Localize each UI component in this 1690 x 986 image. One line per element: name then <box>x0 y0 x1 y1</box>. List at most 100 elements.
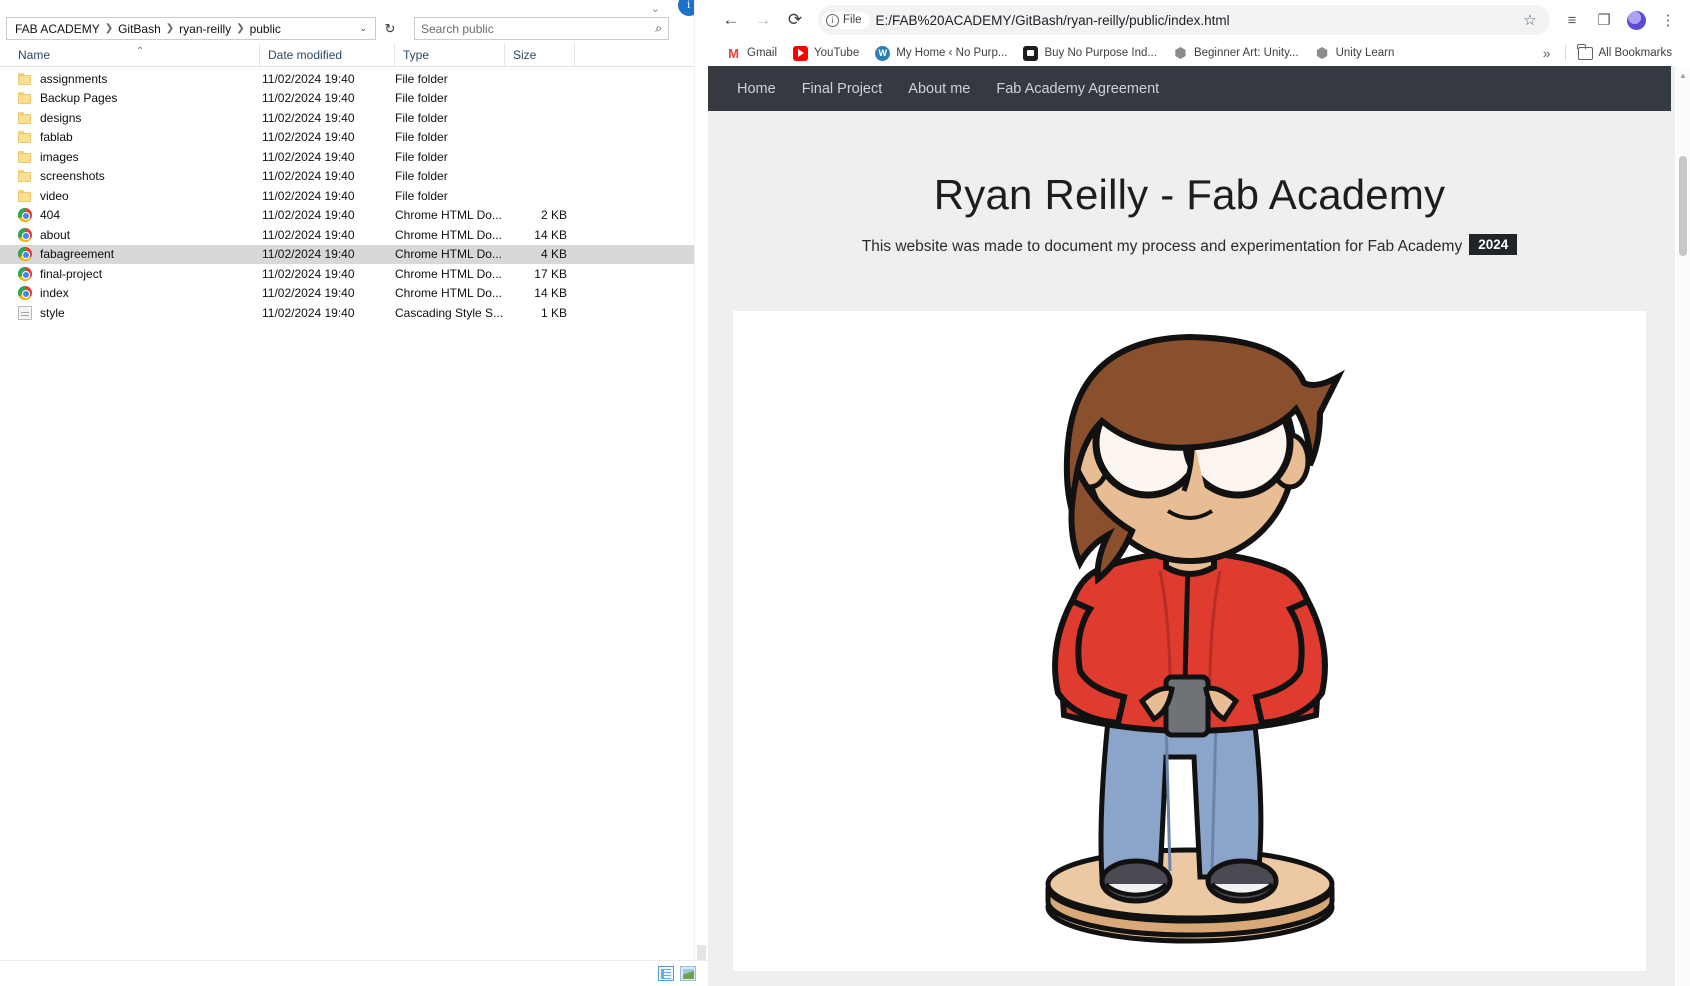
file-date-cell: 11/02/2024 19:40 <box>262 305 355 320</box>
file-date-cell: 11/02/2024 19:40 <box>262 247 355 262</box>
bookmark-item[interactable]: Buy No Purpose Ind... <box>1015 43 1165 64</box>
bookmark-item[interactable]: Beginner Art: Unity... <box>1165 43 1307 64</box>
page-subtitle: This website was made to document my pro… <box>708 234 1671 256</box>
column-header-size[interactable]: Size <box>505 42 575 67</box>
table-row[interactable]: style 11/02/2024 19:40 Cascading Style S..… <box>0 303 708 323</box>
site-nav-link[interactable]: Fab Academy Agreement <box>996 81 1159 97</box>
profile-avatar[interactable] <box>1622 6 1650 34</box>
page-scrollbar-thumb[interactable] <box>1679 156 1687 256</box>
table-row[interactable]: images 11/02/2024 19:40 File folder <box>0 147 708 167</box>
file-date-cell: 11/02/2024 19:40 <box>262 91 355 106</box>
table-row[interactable]: Backup Pages 11/02/2024 19:40 File folder <box>0 89 708 109</box>
file-type-cell: Cascading Style S... <box>395 305 504 320</box>
bookmark-label: Buy No Purpose Ind... <box>1044 47 1157 59</box>
file-name-cell[interactable]: designs <box>18 111 262 125</box>
file-date-cell: 11/02/2024 19:40 <box>262 188 355 203</box>
site-nav-link[interactable]: Home <box>737 81 776 97</box>
info-circle-icon: i <box>826 13 839 27</box>
chrome-html-icon <box>18 247 32 262</box>
side-panel-icon[interactable]: ❐ <box>1590 6 1618 34</box>
table-row[interactable]: assignments 11/02/2024 19:40 File folder <box>0 69 708 89</box>
details-view-button[interactable] <box>658 966 674 981</box>
star-icon[interactable]: ☆ <box>1516 6 1544 34</box>
table-row[interactable]: fablab 11/02/2024 19:40 File folder <box>0 128 708 148</box>
explorer-status-bar <box>0 960 708 986</box>
scroll-up-arrow-icon[interactable]: ▲ <box>1679 71 1687 80</box>
all-bookmarks-button[interactable]: All Bookmarks <box>1570 43 1681 63</box>
file-scheme-chip[interactable]: i File <box>822 11 870 29</box>
table-row[interactable]: 404 11/02/2024 19:40 Chrome HTML Do... 2 KB <box>0 206 708 226</box>
file-name-cell[interactable]: screenshots <box>18 169 262 183</box>
chevron-down-icon[interactable]: ⌄ <box>359 23 371 34</box>
chrome-html-icon <box>18 286 32 301</box>
youtube-icon <box>793 45 809 61</box>
forward-arrow-icon[interactable]: → <box>748 5 778 35</box>
file-list: assignments 11/02/2024 19:40 File folder Ba… <box>0 67 708 323</box>
bookmark-item[interactable]: Unity Learn <box>1307 43 1403 64</box>
breadcrumb-item-0[interactable]: FAB ACADEMY <box>11 21 104 37</box>
file-size-cell: 14 KB <box>534 286 567 301</box>
bookmark-label: Beginner Art: Unity... <box>1193 47 1299 59</box>
file-size-cell: 14 KB <box>534 227 567 242</box>
file-name-cell[interactable]: index <box>18 286 262 301</box>
page-scrollbar[interactable]: ▲ <box>1675 66 1690 986</box>
file-name-cell[interactable]: style <box>18 305 262 320</box>
breadcrumb-item-1[interactable]: GitBash <box>114 21 165 37</box>
file-name-cell[interactable]: Backup Pages <box>18 91 262 105</box>
breadcrumb[interactable]: FAB ACADEMY ❯ GitBash ❯ ryan-reilly ❯ pu… <box>6 17 376 40</box>
file-name-cell[interactable]: fablab <box>18 130 262 144</box>
bookmarks-bar: Gmail YouTube My Home ‹ No Purp... Buy No P… <box>708 40 1690 66</box>
file-name-cell[interactable]: assignments <box>18 72 262 86</box>
file-name-cell[interactable]: final-project <box>18 266 262 281</box>
file-name-cell[interactable]: about <box>18 227 262 242</box>
site-nav-link[interactable]: About me <box>908 81 970 97</box>
table-row[interactable]: about 11/02/2024 19:40 Chrome HTML Do... 14… <box>0 225 708 245</box>
unity-icon <box>1172 45 1188 61</box>
file-type-cell: Chrome HTML Do... <box>395 266 502 281</box>
breadcrumb-item-3[interactable]: public <box>246 21 285 37</box>
table-row[interactable]: screenshots 11/02/2024 19:40 File folder <box>0 167 708 187</box>
column-header-row: Name ⌃ Date modified Type Size <box>0 42 708 67</box>
bookmark-label: Unity Learn <box>1335 47 1395 59</box>
bookmark-label: Gmail <box>747 47 778 59</box>
file-name-cell[interactable]: 404 <box>18 208 262 223</box>
folder-icon <box>18 150 32 164</box>
bookmarks-divider <box>1564 45 1566 61</box>
site-nav-link[interactable]: Final Project <box>802 81 883 97</box>
bookmark-item[interactable]: Gmail <box>718 43 785 64</box>
refresh-button[interactable]: ↻ <box>380 18 400 40</box>
reload-icon[interactable]: ⟳ <box>780 5 810 35</box>
table-row[interactable]: index 11/02/2024 19:40 Chrome HTML Do... 14… <box>0 284 708 304</box>
file-name-cell[interactable]: video <box>18 189 262 203</box>
hero-card <box>733 311 1646 971</box>
table-row[interactable]: final-project 11/02/2024 19:40 Chrome HTML… <box>0 264 708 284</box>
column-header-type[interactable]: Type <box>395 42 505 67</box>
folder-icon <box>18 130 32 144</box>
table-row[interactable]: fabagreement 11/02/2024 19:40 Chrome HTML … <box>0 244 708 264</box>
table-row[interactable]: video 11/02/2024 19:40 File folder <box>0 186 708 206</box>
file-name-cell[interactable]: images <box>18 150 262 164</box>
bookmarks-overflow-chevron[interactable]: » <box>1533 45 1561 61</box>
chrome-html-icon <box>18 227 32 242</box>
file-type-cell: File folder <box>395 130 448 145</box>
column-header-name-label: Name <box>18 47 51 62</box>
breadcrumb-item-2[interactable]: ryan-reilly <box>175 21 235 37</box>
browser-toolbar: ← → ⟳ i File E:/FAB%20ACADEMY/GitBash/ry… <box>708 0 1690 40</box>
bookmark-item[interactable]: YouTube <box>785 43 867 64</box>
kebab-menu-icon[interactable]: ⋮ <box>1654 6 1682 34</box>
back-arrow-icon[interactable]: ← <box>716 5 746 35</box>
table-row[interactable]: designs 11/02/2024 19:40 File folder <box>0 108 708 128</box>
column-header-name[interactable]: Name ⌃ <box>10 42 260 67</box>
bookmark-item[interactable]: My Home ‹ No Purp... <box>867 43 1015 64</box>
tiles-view-button[interactable] <box>680 966 696 981</box>
column-header-date[interactable]: Date modified <box>260 42 395 67</box>
file-chip-label: File <box>843 14 862 26</box>
file-name-cell[interactable]: fabagreement <box>18 247 262 262</box>
url-text[interactable]: E:/FAB%20ACADEMY/GitBash/ryan-reilly/pub… <box>876 13 1230 28</box>
gmail-icon <box>726 45 741 61</box>
reading-list-icon[interactable]: ≡ <box>1558 6 1586 34</box>
search-input[interactable]: Search public ⌕ <box>414 17 669 40</box>
folder-icon <box>18 111 32 125</box>
address-bar[interactable]: i File E:/FAB%20ACADEMY/GitBash/ryan-rei… <box>818 5 1550 35</box>
explorer-address-row: FAB ACADEMY ❯ GitBash ❯ ryan-reilly ❯ pu… <box>0 14 708 43</box>
